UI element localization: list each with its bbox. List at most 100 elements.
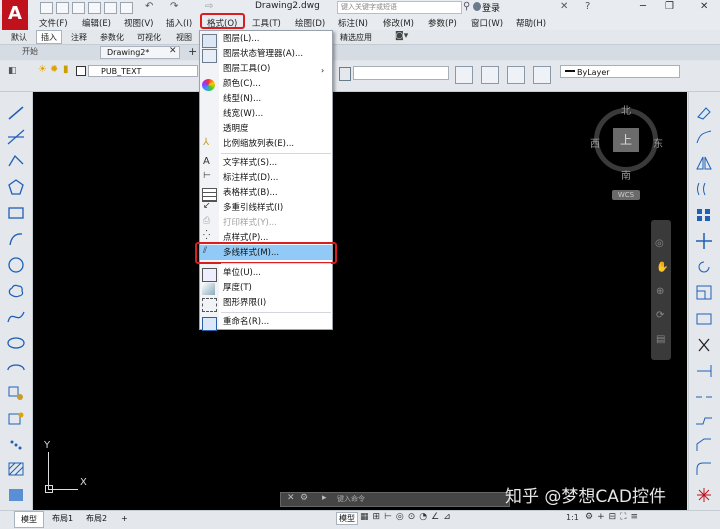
- tab-parametric[interactable]: 参数化: [100, 32, 124, 43]
- save-icon[interactable]: [72, 2, 85, 14]
- gradient-icon[interactable]: [6, 486, 26, 504]
- lock-icon[interactable]: ▮: [63, 64, 69, 75]
- layer-dropdown[interactable]: PUB_TEXT: [88, 65, 198, 77]
- circle-icon[interactable]: [6, 256, 26, 274]
- menu-item-units[interactable]: 单位(U)...: [223, 266, 261, 280]
- revision-cloud-icon[interactable]: [6, 282, 26, 300]
- hatch-icon[interactable]: [6, 460, 26, 478]
- file-tab-drawing[interactable]: Drawing2*: [100, 46, 180, 59]
- layout-tab-2[interactable]: 布局2: [80, 511, 113, 526]
- undo-icon[interactable]: ↶: [145, 1, 153, 12]
- menu-item-linetype[interactable]: 线型(N)...: [223, 92, 261, 106]
- tab-view[interactable]: 视图: [176, 32, 192, 43]
- menu-insert[interactable]: 插入(I): [166, 17, 192, 29]
- color-dropdown[interactable]: [353, 66, 449, 80]
- menu-item-thickness[interactable]: 厚度(T): [223, 281, 252, 295]
- lineweight-dropdown[interactable]: ByLayer: [560, 65, 680, 78]
- help-search-input[interactable]: 键入关键字或短语: [337, 1, 462, 14]
- compass-south[interactable]: 南: [621, 167, 631, 182]
- chamfer-icon[interactable]: [694, 436, 714, 454]
- group-edit-icon[interactable]: [507, 66, 525, 84]
- menu-draw[interactable]: 绘图(D): [295, 17, 325, 29]
- spline-icon[interactable]: [6, 308, 26, 326]
- offset-icon[interactable]: [694, 180, 714, 198]
- save-as-icon[interactable]: [88, 2, 101, 14]
- maximize-icon[interactable]: ❐: [665, 1, 674, 12]
- rectangle-icon[interactable]: [6, 204, 26, 222]
- lightbulb-icon[interactable]: ☀: [38, 64, 47, 75]
- zoom-icon[interactable]: ⊕: [656, 286, 664, 297]
- array-icon[interactable]: [694, 206, 714, 224]
- menu-file[interactable]: 文件(F): [39, 17, 68, 29]
- login-link[interactable]: 登录: [482, 1, 500, 14]
- rotate-icon[interactable]: [694, 258, 714, 276]
- command-line[interactable]: [280, 492, 510, 507]
- group-select-icon[interactable]: [533, 66, 551, 84]
- layout-tab-1[interactable]: 布局1: [46, 511, 79, 526]
- line-icon[interactable]: [6, 104, 26, 122]
- drafting-toggles[interactable]: ▦⊞⊢◎⊙◔∠⊿: [360, 512, 455, 522]
- close-tab-icon[interactable]: ✕: [169, 46, 177, 56]
- app-menu-button[interactable]: A: [2, 0, 28, 30]
- print-icon[interactable]: [120, 2, 133, 14]
- menu-item-table-style[interactable]: 表格样式(B)...: [223, 186, 278, 200]
- menu-item-transparency[interactable]: 透明度: [223, 122, 249, 136]
- arc-icon[interactable]: [6, 230, 26, 248]
- redo-icon[interactable]: ↷: [170, 1, 178, 12]
- scale-icon[interactable]: [694, 284, 714, 302]
- menu-item-layer-state-manager[interactable]: 图层状态管理器(A)...: [223, 47, 303, 61]
- compass-north[interactable]: 北: [621, 102, 631, 117]
- command-settings-icon[interactable]: ⚙: [300, 493, 308, 503]
- tab-annotate[interactable]: 注释: [71, 32, 87, 43]
- menu-item-multileader-style[interactable]: 多重引线样式(I): [223, 201, 283, 215]
- extend-icon[interactable]: [694, 362, 714, 380]
- ribbon-options-icon[interactable]: ◙▾: [395, 31, 408, 41]
- layout-tab-model[interactable]: 模型: [14, 511, 44, 528]
- wcs-menu[interactable]: WCS: [612, 190, 640, 200]
- search-icon[interactable]: ⚲: [463, 1, 470, 12]
- menu-item-dimension-style[interactable]: 标注样式(D)...: [223, 171, 278, 185]
- construction-line-icon[interactable]: [6, 128, 26, 146]
- new-file-icon[interactable]: [40, 2, 53, 14]
- web-open-icon[interactable]: [104, 2, 117, 14]
- fillet-icon[interactable]: [694, 460, 714, 478]
- copy-icon[interactable]: [694, 128, 714, 146]
- menu-parametric[interactable]: 参数(P): [428, 17, 457, 29]
- ellipse-icon[interactable]: [6, 334, 26, 352]
- menu-modify[interactable]: 修改(M): [383, 17, 414, 29]
- menu-edit[interactable]: 编辑(E): [82, 17, 111, 29]
- tab-featured-apps[interactable]: 精选应用: [340, 32, 372, 43]
- status-tray-icons[interactable]: ⚙+⊟⛶≡: [585, 512, 642, 522]
- model-space-toggle[interactable]: 模型: [336, 512, 358, 525]
- menu-item-drawing-limits[interactable]: 图形界限(I): [223, 296, 266, 310]
- explode-icon[interactable]: [694, 486, 714, 504]
- share-icon[interactable]: ⇨: [205, 1, 213, 12]
- menu-window[interactable]: 窗口(W): [471, 17, 503, 29]
- menu-item-text-style[interactable]: 文字样式(S)...: [223, 156, 277, 170]
- insert-block-icon[interactable]: [6, 384, 26, 402]
- menu-tools[interactable]: 工具(T): [252, 17, 281, 29]
- match-layer-icon[interactable]: [339, 67, 351, 81]
- showmotion-icon[interactable]: ▤: [656, 334, 665, 345]
- group-icon[interactable]: [455, 66, 473, 84]
- ungroup-icon[interactable]: [481, 66, 499, 84]
- compass-west[interactable]: 西: [590, 135, 600, 150]
- trim-icon[interactable]: [694, 336, 714, 354]
- mirror-icon[interactable]: [694, 154, 714, 172]
- file-tab-start[interactable]: 开始: [14, 46, 94, 59]
- pan-icon[interactable]: ✋: [656, 262, 668, 273]
- menu-dimension[interactable]: 标注(N): [338, 17, 368, 29]
- menu-help[interactable]: 帮助(H): [516, 17, 546, 29]
- point-icon[interactable]: [6, 436, 26, 454]
- tab-visualize[interactable]: 可视化: [137, 32, 161, 43]
- open-file-icon[interactable]: [56, 2, 69, 14]
- annotation-scale[interactable]: 1:1: [566, 513, 579, 522]
- stretch-icon[interactable]: [694, 310, 714, 328]
- drawing-canvas[interactable]: [33, 92, 687, 510]
- orbit-icon[interactable]: ⟳: [656, 310, 664, 321]
- break-icon[interactable]: [694, 388, 714, 406]
- join-icon[interactable]: [694, 412, 714, 430]
- viewcube-top-face[interactable]: 上: [613, 128, 639, 152]
- move-icon[interactable]: [694, 232, 714, 250]
- tab-insert[interactable]: 插入: [41, 32, 57, 43]
